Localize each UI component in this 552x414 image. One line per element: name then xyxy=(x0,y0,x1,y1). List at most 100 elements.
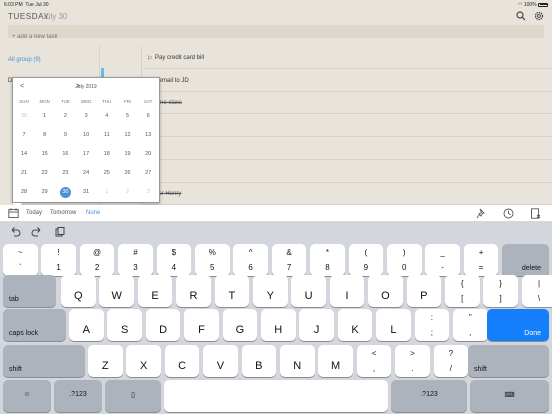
number-key[interactable]: @2 xyxy=(79,244,115,276)
letter-key[interactable]: G xyxy=(222,309,258,341)
symbol-key[interactable]: <, xyxy=(356,345,392,377)
numbers-key[interactable]: .?123 xyxy=(54,380,102,412)
letter-key[interactable]: V xyxy=(203,345,238,377)
letter-key[interactable]: U xyxy=(291,275,326,307)
day-cell[interactable]: 1 xyxy=(35,110,55,123)
shift-left-key[interactable]: shift xyxy=(3,345,85,377)
symbol-key[interactable]: | \ xyxy=(521,275,552,307)
day-cell[interactable]: 8 xyxy=(35,129,55,142)
letter-key[interactable]: F xyxy=(184,309,219,341)
day-cell[interactable]: 3 xyxy=(138,186,158,199)
today-button[interactable]: Today xyxy=(26,210,42,216)
day-cell[interactable]: 1 xyxy=(97,186,117,199)
day-cell[interactable]: 16 xyxy=(55,148,75,161)
emoji-key[interactable]: ☺ xyxy=(3,380,51,412)
letter-key[interactable]: Q xyxy=(61,275,96,307)
tab-key[interactable]: tab xyxy=(3,275,56,307)
day-cell[interactable]: 7 xyxy=(14,129,34,142)
day-cell[interactable]: 22 xyxy=(35,167,55,180)
task-row[interactable]: gift for Henry xyxy=(143,182,552,206)
tomorrow-button[interactable]: Tomorrow xyxy=(50,210,76,216)
dictation-key[interactable]: ▯ xyxy=(105,380,161,412)
letter-key[interactable]: E xyxy=(137,275,173,307)
symbol-key[interactable]: :; xyxy=(414,309,450,341)
next-month-button[interactable]: > xyxy=(76,83,80,90)
symbol-key[interactable]: }] xyxy=(483,275,518,307)
number-key[interactable]: _ - xyxy=(425,244,460,276)
redo-icon[interactable] xyxy=(31,226,43,238)
day-cell[interactable]: 5 xyxy=(118,110,138,123)
symbol-key[interactable]: ", xyxy=(453,309,488,341)
day-cell[interactable]: 12 xyxy=(118,129,138,142)
caps-lock-key[interactable]: caps lock xyxy=(3,309,66,341)
day-cell-selected[interactable]: 30 xyxy=(55,186,75,199)
gear-icon[interactable] xyxy=(534,11,544,21)
day-cell[interactable]: 18 xyxy=(97,148,117,161)
pin-icon[interactable] xyxy=(476,208,487,219)
add-task-field[interactable] xyxy=(8,25,544,44)
letter-key[interactable]: L xyxy=(376,309,411,341)
task-row[interactable]: ⚐ Pay credit card bill xyxy=(143,46,552,69)
keyboard-dismiss-key[interactable]: ⌨ xyxy=(470,380,549,412)
letter-key[interactable]: H xyxy=(261,309,296,341)
done-key[interactable]: Done xyxy=(487,309,549,341)
letter-key[interactable]: I xyxy=(329,275,365,307)
number-key[interactable]: ~ ` xyxy=(3,244,38,276)
undo-icon[interactable] xyxy=(9,226,21,238)
day-cell[interactable]: 19 xyxy=(118,148,138,161)
letter-key[interactable]: B xyxy=(241,345,277,377)
day-cell[interactable]: 20 xyxy=(138,148,158,161)
letter-key[interactable]: W xyxy=(99,275,134,307)
delete-key[interactable]: delete xyxy=(502,244,549,276)
number-key[interactable]: % 5 xyxy=(195,244,230,276)
none-button[interactable]: None xyxy=(86,210,100,216)
search-icon[interactable] xyxy=(516,11,526,21)
letter-key[interactable]: C xyxy=(164,345,200,377)
letter-key[interactable]: N xyxy=(280,345,315,377)
number-key[interactable]: ^ 6 xyxy=(233,244,268,276)
day-cell[interactable]: 17 xyxy=(76,148,96,161)
number-key[interactable]: #3 xyxy=(118,244,153,276)
day-cell[interactable]: 10 xyxy=(76,129,96,142)
symbol-key[interactable]: {[ xyxy=(445,275,480,307)
letter-key[interactable]: Z xyxy=(88,345,123,377)
task-row[interactable]: gurt xyxy=(143,114,552,138)
day-cell[interactable]: 27 xyxy=(138,167,158,180)
task-row[interactable]: a piano class xyxy=(143,91,552,115)
day-cell[interactable]: 28 xyxy=(14,186,34,199)
day-cell[interactable]: 15 xyxy=(35,148,55,161)
number-key[interactable]: (9 xyxy=(348,244,384,276)
day-cell[interactable]: 13 xyxy=(138,129,158,142)
space-bar[interactable] xyxy=(164,380,388,412)
day-cell[interactable]: 24 xyxy=(76,167,96,180)
task-row[interactable]: lan xyxy=(143,160,552,183)
letter-key[interactable]: M xyxy=(318,345,353,377)
day-cell[interactable]: 2 xyxy=(118,186,138,199)
letter-key[interactable]: S xyxy=(107,309,142,341)
number-key[interactable]: + = xyxy=(463,244,499,276)
letter-key[interactable]: O xyxy=(368,275,403,307)
letter-key[interactable]: J xyxy=(299,309,334,341)
day-cell[interactable]: 9 xyxy=(55,129,75,142)
symbol-key[interactable]: ? / xyxy=(433,345,469,377)
calendar-icon[interactable] xyxy=(8,208,19,218)
day-cell[interactable]: 6 xyxy=(138,110,158,123)
paste-icon[interactable] xyxy=(54,226,66,238)
hide-keyboard-icon[interactable] xyxy=(530,208,541,219)
numbers-key-right[interactable]: .?123 xyxy=(391,380,467,412)
day-cell[interactable]: 31 xyxy=(76,186,96,199)
number-key[interactable]: * 8 xyxy=(310,244,345,276)
shift-right-key[interactable]: shift xyxy=(468,345,549,377)
day-cell[interactable]: 14 xyxy=(14,148,34,161)
number-key[interactable]: $4 xyxy=(156,244,192,276)
day-cell[interactable]: 21 xyxy=(14,167,34,180)
number-key[interactable]: & 7 xyxy=(271,244,307,276)
day-cell[interactable]: 3 xyxy=(76,110,96,123)
day-cell[interactable]: 11 xyxy=(97,129,117,142)
day-cell[interactable]: 2 xyxy=(55,110,75,123)
letter-key[interactable]: D xyxy=(145,309,181,341)
number-key[interactable]: ) 0 xyxy=(387,244,422,276)
group-item-all[interactable]: All group (9) xyxy=(8,57,41,63)
add-task-input[interactable] xyxy=(8,30,544,44)
letter-key[interactable]: R xyxy=(176,275,211,307)
